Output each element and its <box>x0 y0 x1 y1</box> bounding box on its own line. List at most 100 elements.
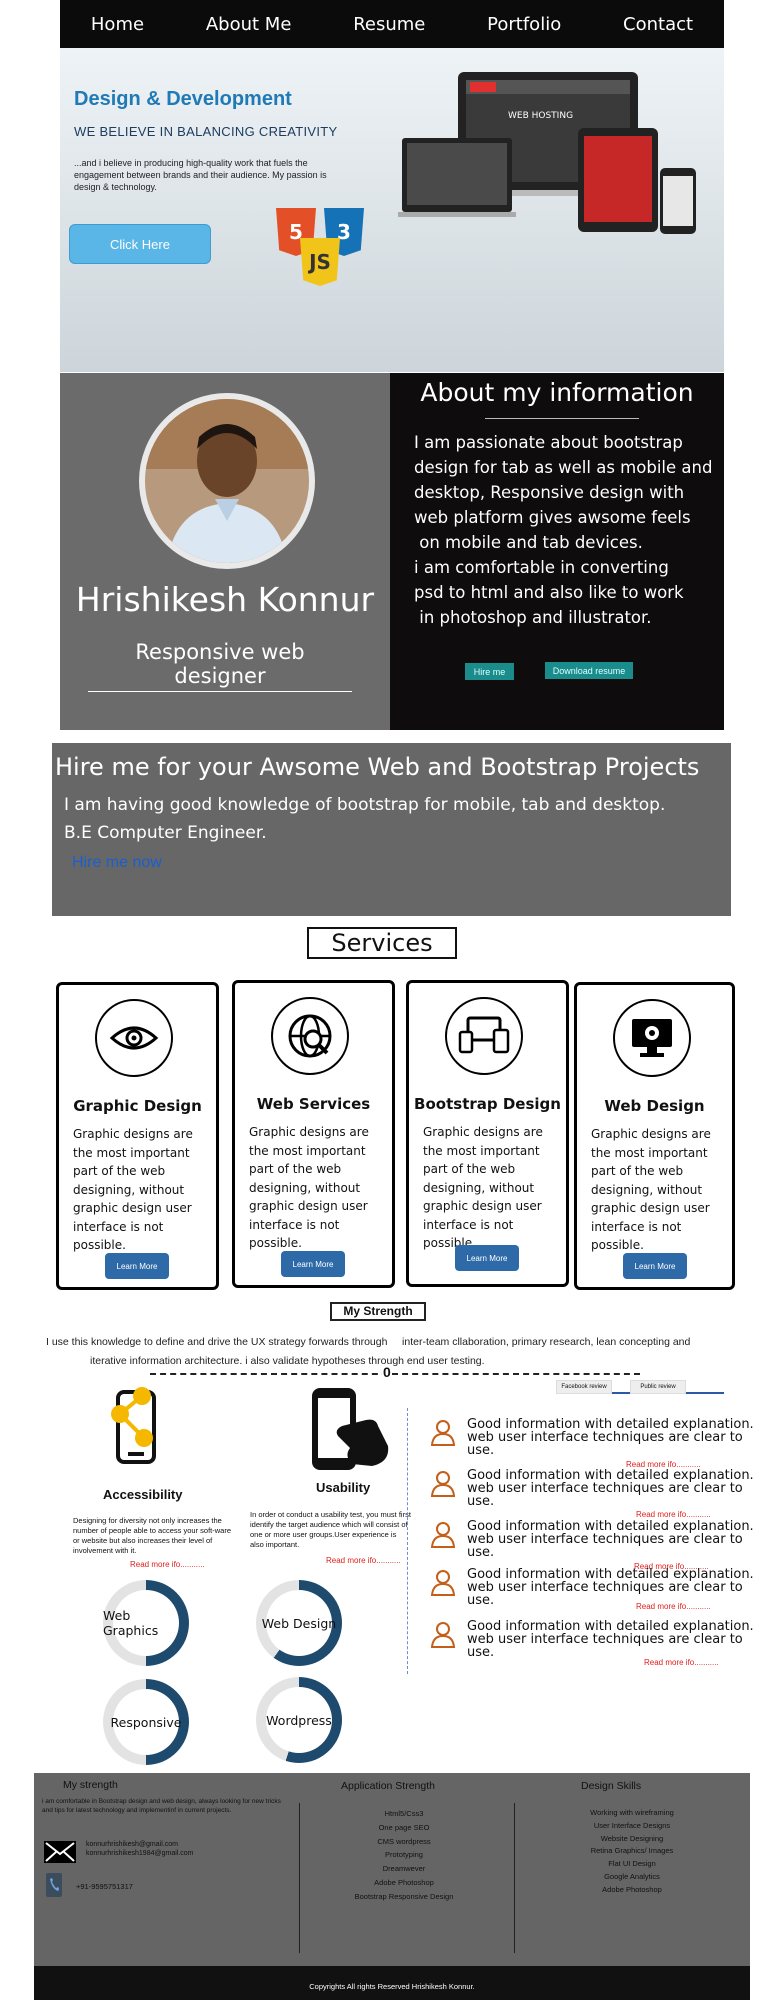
hire-me-now-link[interactable]: Hire me now <box>72 854 162 872</box>
about-text: I am passionate about bootstrap design f… <box>414 430 714 630</box>
service-text: Graphic designs are the most important p… <box>73 1127 193 1252</box>
hire-me-button[interactable]: Hire me <box>465 663 514 680</box>
service-text: Graphic designs are the most important p… <box>423 1125 543 1250</box>
footer: My strength i am comfortable in Bootstra… <box>34 1773 750 1966</box>
service-card-bootstrap-design: Bootstrap Design Graphic designs are the… <box>406 980 569 1287</box>
hosting-screen-title: WEB HOSTING <box>508 111 573 121</box>
design-skill-item: Flat UI Design <box>608 1859 656 1869</box>
review-read-more[interactable]: Read more ifo........... <box>636 1602 711 1611</box>
about-divider <box>485 418 639 419</box>
hire-line-degree: B.E Computer Engineer. <box>64 823 267 843</box>
review-read-more[interactable]: Read more ifo........... <box>644 1658 719 1667</box>
reviewer-icon <box>430 1570 456 1596</box>
nav-home[interactable]: Home <box>91 14 144 35</box>
mail-icon <box>44 1841 76 1863</box>
about-line: in photoshop and illustrator. <box>414 608 652 627</box>
footer-design-title: Design Skills <box>581 1780 642 1792</box>
service-card-web-design: Web Design Graphic designs are the most … <box>574 982 735 1290</box>
nav-about-me[interactable]: About Me <box>206 14 292 35</box>
app-skill-item: Prototyping <box>385 1850 423 1860</box>
my-strength-title: My Strength <box>330 1302 426 1321</box>
touch-phone-icon <box>312 1388 389 1470</box>
hero-subtitle: WE BELIEVE IN BALANCING CREATIVITY <box>74 124 338 139</box>
service-text: Graphic designs are the most important p… <box>249 1125 369 1250</box>
about-line: design for tab as well as mobile and <box>414 458 713 477</box>
usability-read-more[interactable]: Read more ifo........... <box>326 1556 401 1565</box>
hero-section: Design & Development WE BELIEVE IN BALAN… <box>60 48 724 372</box>
footer-design-list: Working with wireframing User Interface … <box>542 1807 722 1897</box>
footer-app-title: Application Strength <box>341 1780 435 1792</box>
copyright-text: Copyrights All rights Reserved Hrishikes… <box>309 1982 475 1991</box>
review-text: Good information with detailed explanati… <box>467 1619 754 1660</box>
eye-icon <box>95 999 173 1077</box>
footer-email-1[interactable]: konnurhrishikesh@gmail.com <box>86 1840 178 1849</box>
review-item: Good information with detailed explanati… <box>430 1520 754 1571</box>
review-text: Good information with detailed explanati… <box>467 1417 754 1458</box>
usability-title: Usability <box>316 1480 371 1495</box>
about-line: desktop, Responsive design with <box>414 483 685 502</box>
globe-search-icon <box>271 997 349 1075</box>
service-title: Bootstrap Design <box>414 1095 561 1113</box>
review-text: Good information with detailed explanati… <box>467 1468 754 1509</box>
review-item: Good information with detailed explanati… <box>430 1469 754 1519</box>
nav-portfolio[interactable]: Portfolio <box>487 14 561 35</box>
app-skill-item: One page SEO <box>378 1822 430 1832</box>
about-info-panel: About my information I am passionate abo… <box>390 373 724 730</box>
usability-text: In order ot conduct a usability test, yo… <box>250 1510 411 1549</box>
person-photo <box>145 399 309 563</box>
app-skill-item: CMS wordpress <box>377 1836 431 1846</box>
service-card-graphic-design: Graphic Design Graphic designs are the m… <box>56 982 219 1290</box>
skill-ring-label: Wordpress <box>266 1712 332 1728</box>
skill-ring-web-design: Web Design <box>256 1580 342 1666</box>
learn-more-button[interactable]: Learn More <box>281 1251 345 1277</box>
skill-ring-label: Web Graphics <box>103 1608 159 1638</box>
service-title: Web Design <box>604 1097 705 1115</box>
nav-contact[interactable]: Contact <box>623 14 693 35</box>
skill-ring-wordpress: Wordpress <box>256 1677 342 1763</box>
accessibility-title: Accessibility <box>103 1487 183 1502</box>
accessibility-read-more[interactable]: Read more ifo........... <box>130 1560 205 1569</box>
about-heading: About my information <box>420 378 694 407</box>
design-skill-item: Retina Graphics/ Images <box>590 1846 674 1856</box>
hire-banner: Hire me for your Awsome Web and Bootstra… <box>52 743 731 916</box>
reviewer-icon <box>430 1420 456 1446</box>
download-resume-button[interactable]: Download resume <box>545 662 633 679</box>
profile-name: Hrishikesh Konnur <box>75 580 375 619</box>
footer-my-strength-title: My strength <box>63 1779 118 1791</box>
review-item: Good information with detailed explanati… <box>430 1620 754 1667</box>
learn-more-button[interactable]: Learn More <box>623 1253 687 1279</box>
click-here-button[interactable]: Click Here <box>69 224 211 264</box>
footer-app-list: Html5/Css3 One page SEO CMS wordpress Pr… <box>304 1807 504 1904</box>
design-skill-item: Google Analytics <box>604 1871 660 1881</box>
service-title: Web Services <box>256 1095 371 1113</box>
skill-ring-responsive: Responsive <box>103 1679 189 1765</box>
footer-my-strength-text: i am comfortable in Bootstrap design and… <box>42 1798 281 1814</box>
js-badge: JS <box>300 238 340 286</box>
footer-email-2[interactable]: konnurhrishikesh1984@gmail.com <box>86 1849 194 1858</box>
about-line: i am comfortable in converting <box>414 558 669 577</box>
footer-phone[interactable]: +91-9595751317 <box>76 1880 133 1893</box>
nav-resume[interactable]: Resume <box>353 14 425 35</box>
learn-more-button[interactable]: Learn More <box>105 1253 169 1279</box>
learn-more-button[interactable]: Learn More <box>455 1245 519 1271</box>
strength-line: I use this knowledge to define and drive… <box>46 1336 691 1348</box>
devices-mockup-image: WEB HOSTING <box>398 72 696 234</box>
tab-public-review[interactable]: Public review <box>630 1380 686 1394</box>
tab-facebook-review[interactable]: Facebook review <box>556 1380 612 1394</box>
about-line: on mobile and tab devices. <box>414 533 643 552</box>
app-skill-item: Dreamwever <box>382 1864 426 1874</box>
about-line: I am passionate about bootstrap <box>414 433 683 452</box>
design-skill-item: Website Designing <box>600 1833 664 1843</box>
design-skill-item: Working with wireframing <box>590 1808 674 1817</box>
app-skill-item: Html5/Css3 <box>384 1809 424 1818</box>
hire-heading: Hire me for your Awsome Web and Bootstra… <box>55 753 700 781</box>
review-text: Good information with detailed explanati… <box>467 1519 754 1560</box>
copyright-bar: Copyrights All rights Reserved Hrishikes… <box>34 1966 750 2000</box>
review-read-more[interactable]: Read more ifo........... <box>636 1510 711 1519</box>
review-tabs: Facebook review Public review <box>556 1378 724 1394</box>
review-item: Good information with detailed explanati… <box>430 1418 754 1469</box>
top-nav: Home About Me Resume Portfolio Contact <box>60 0 724 48</box>
reviews-dashed-line <box>407 1408 408 1674</box>
monitor-gear-icon <box>613 999 691 1077</box>
about-profile-panel: Hrishikesh Konnur Responsive web designe… <box>60 373 390 730</box>
